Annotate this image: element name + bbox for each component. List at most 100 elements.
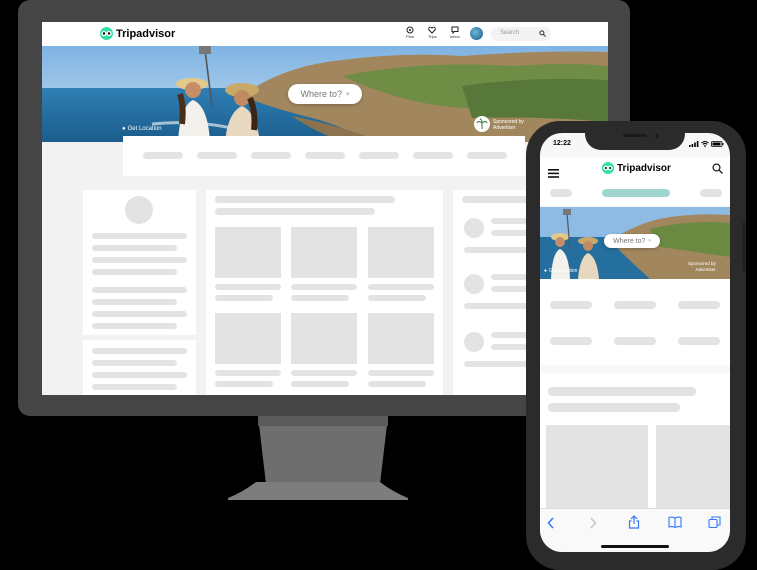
nav-plan[interactable]: Plan [406, 26, 414, 39]
category-placeholder[interactable] [678, 301, 720, 309]
image-placeholder[interactable] [368, 227, 434, 278]
content-grid-card [206, 190, 443, 395]
nav-inbox-label: Inbox [450, 34, 460, 39]
active-tab[interactable] [602, 189, 670, 197]
location-tag[interactable]: ● Get Location [122, 126, 162, 132]
hero-search-box[interactable]: Where to? ▾ [288, 84, 362, 104]
avatar-placeholder [125, 196, 153, 224]
tabs-icon[interactable] [708, 516, 721, 528]
mobile-hero-search-label: Where to? [613, 237, 646, 245]
hero-banner: Where to? ▾ ● Get Location Sponsored by … [42, 46, 608, 142]
pin-icon: ● [544, 268, 548, 274]
home-indicator [601, 545, 669, 548]
list-thumb [464, 218, 484, 238]
avatar[interactable] [470, 27, 483, 40]
message-icon [451, 26, 459, 34]
status-time: 12:22 [553, 140, 571, 147]
status-icons [689, 141, 724, 147]
back-icon[interactable] [547, 517, 555, 529]
tab-placeholder[interactable] [700, 189, 722, 197]
nav-plan-label: Plan [406, 34, 415, 39]
list-thumb [464, 332, 484, 352]
image-placeholder[interactable] [291, 227, 357, 278]
image-placeholder[interactable] [368, 313, 434, 364]
nav-inbox[interactable]: Inbox [450, 26, 460, 39]
text-placeholder [92, 360, 177, 366]
tripadvisor-logo[interactable]: Tripadvisor [100, 27, 175, 40]
search-icon[interactable] [712, 163, 723, 174]
text-placeholder [92, 372, 187, 378]
tab-placeholder[interactable] [251, 152, 291, 159]
tab-placeholder[interactable] [143, 152, 183, 159]
heading-placeholder [548, 387, 696, 396]
category-placeholder[interactable] [678, 337, 720, 345]
image-placeholder[interactable] [215, 227, 281, 278]
wifi-icon [701, 141, 709, 147]
mobile-hero-search-box[interactable]: Where to? ▾ [604, 234, 660, 248]
text-placeholder [291, 370, 357, 376]
tab-placeholder[interactable] [550, 189, 572, 197]
text-placeholder [92, 384, 177, 390]
category-placeholder[interactable] [614, 301, 656, 309]
text-placeholder [92, 269, 177, 275]
mobile-location-tag[interactable]: ● Get Location [544, 268, 577, 274]
image-placeholder[interactable] [546, 425, 648, 513]
text-placeholder [291, 284, 357, 290]
nav-trips-label: Trips [428, 34, 437, 39]
chevron-down-icon: ▾ [346, 91, 350, 98]
text-placeholder [368, 381, 426, 387]
owl-logo-icon [602, 162, 614, 174]
brand-name: Tripadvisor [116, 27, 176, 40]
desktop-screen: Tripadvisor Plan Trips Inbox Search Wher… [42, 22, 608, 395]
sponsored-line2: Advertiser [493, 125, 516, 131]
phone-side-button [742, 222, 746, 272]
nav-trips[interactable]: Trips [428, 26, 437, 39]
text-placeholder [215, 370, 281, 376]
category-tab-bar [123, 136, 525, 176]
info-card [83, 340, 196, 395]
bookmarks-icon[interactable] [668, 516, 682, 528]
category-placeholder[interactable] [550, 301, 592, 309]
share-icon[interactable] [628, 515, 640, 529]
plan-icon [406, 26, 414, 34]
text-placeholder [368, 284, 434, 290]
tab-placeholder[interactable] [467, 152, 507, 159]
heading-placeholder [548, 403, 680, 412]
forward-icon[interactable] [589, 517, 597, 529]
palm-tree-icon [476, 118, 488, 129]
text-placeholder [368, 370, 434, 376]
search-icon [539, 30, 546, 37]
image-placeholder[interactable] [215, 313, 281, 364]
front-camera [655, 134, 659, 138]
mobile-screen: 12:22 Tripadvisor Where to? ▾ ● Get Loca… [540, 133, 730, 552]
search-input[interactable]: Search [491, 27, 551, 41]
owl-logo-icon [100, 27, 113, 40]
sponsored-text: Sponsored by Advertiser [493, 119, 524, 131]
desktop-header: Tripadvisor Plan Trips Inbox Search [42, 22, 608, 46]
text-placeholder [92, 311, 187, 317]
mobile-sponsored-text: Sponsored by Advertiser [688, 261, 716, 273]
sponsor-logo [474, 116, 490, 132]
image-placeholder[interactable] [656, 425, 730, 513]
tab-placeholder[interactable] [305, 152, 345, 159]
tab-placeholder[interactable] [413, 152, 453, 159]
category-placeholder[interactable] [614, 337, 656, 345]
chevron-down-icon: ▾ [648, 238, 651, 244]
browser-toolbar [540, 508, 730, 552]
battery-icon [711, 141, 724, 147]
list-thumb [464, 274, 484, 294]
text-placeholder [92, 348, 187, 354]
tab-placeholder[interactable] [359, 152, 399, 159]
mobile-tripadvisor-logo[interactable]: Tripadvisor [602, 162, 671, 174]
category-placeholder[interactable] [550, 337, 592, 345]
text-placeholder [92, 323, 177, 329]
monitor-neck [258, 416, 388, 484]
image-placeholder[interactable] [291, 313, 357, 364]
mobile-hero-banner: Where to? ▾ ● Get Location Sponsored by … [540, 207, 730, 279]
search-placeholder: Search [500, 30, 520, 36]
tab-placeholder[interactable] [197, 152, 237, 159]
heading-placeholder [215, 208, 375, 215]
text-placeholder [92, 245, 177, 251]
text-placeholder [215, 381, 273, 387]
text-placeholder [92, 257, 187, 263]
